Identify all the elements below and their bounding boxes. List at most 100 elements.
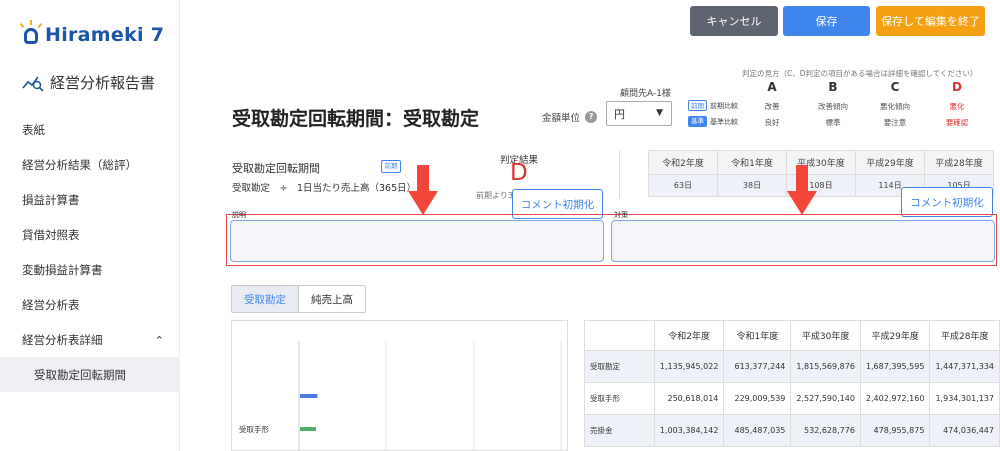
grade-a-prev-desc: 改善 xyxy=(764,102,780,111)
table-cell: 478,955,875 xyxy=(859,414,931,447)
save-and-exit-button[interactable]: 保存して編集を終了 xyxy=(876,6,985,36)
sidebar-item-variable-income[interactable]: 変動損益計算書 xyxy=(0,252,180,287)
year-header: 令和2年度 xyxy=(648,150,718,175)
grade-d: D xyxy=(952,80,962,94)
table-header: 令和1年度 xyxy=(723,320,792,351)
table-cell: 1,934,301,137 xyxy=(929,382,1000,415)
year-header: 平成29年度 xyxy=(855,150,925,175)
prev-compare-tag: 前期 xyxy=(688,100,707,111)
reset-comment-button-measure[interactable]: コメント初期化 xyxy=(901,187,993,217)
report-title: 経営分析報告書 xyxy=(22,72,155,93)
grade-d-prev-desc: 悪化 xyxy=(949,102,965,111)
tab-net-sales[interactable]: 純売上高 xyxy=(299,286,365,312)
base-compare-tag: 基準 xyxy=(688,116,707,127)
sidebar-item-balance-sheet[interactable]: 貸借対照表 xyxy=(0,217,180,252)
app-logo[interactable]: Hirameki 7 xyxy=(19,20,165,48)
chart-svg: 受取手形 xyxy=(239,341,562,451)
year-header: 令和1年度 xyxy=(717,150,787,175)
table-cell: 1,447,371,334 xyxy=(929,350,1000,383)
judge-note: 前期より3 xyxy=(476,191,513,200)
description-textarea[interactable] xyxy=(230,220,604,262)
table-header: 令和2年度 xyxy=(653,320,725,351)
sidebar-item-summary[interactable]: 経営分析結果（総評） xyxy=(0,147,180,182)
metric-tag: 前期 xyxy=(381,160,401,173)
table-cell: 229,009,539 xyxy=(723,382,792,415)
sidebar-item-label: 変動損益計算書 xyxy=(22,262,103,277)
metric-name: 受取勘定回転期間 xyxy=(232,162,320,175)
page-title: 受取勘定回転期間：受取勘定 xyxy=(232,108,480,130)
grade-a: A xyxy=(767,80,777,94)
arrow-down-icon xyxy=(787,165,817,215)
unit-select-value: 円 xyxy=(614,107,625,121)
year-value: 63日 xyxy=(648,174,718,197)
table-cell: 2,402,972,160 xyxy=(859,382,931,415)
prev-compare-label: 前期比較 xyxy=(710,102,738,110)
unit-label-text: 金額単位 xyxy=(542,113,581,124)
legend-heading: 判定の見方（C、D判定の項目がある場合は詳細を確認してください） xyxy=(742,69,978,78)
table-corner xyxy=(584,320,655,351)
table-cell: 474,036,447 xyxy=(929,414,1000,447)
sidebar-nav: 表紙 経営分析結果（総評） 損益計算書 貸借対照表 変動損益計算書 経営分析表 … xyxy=(0,112,180,392)
chart-bar xyxy=(300,394,318,398)
analysis-chart-icon xyxy=(22,76,44,92)
sidebar-item-receivable-turnover[interactable]: 受取勘定回転期間 xyxy=(0,357,180,392)
table-row: 受取手形 250,618,014 229,009,539 2,527,590,1… xyxy=(584,382,1000,415)
table-header: 平成29年度 xyxy=(859,320,931,351)
sidebar-item-label: 受取勘定回転期間 xyxy=(34,367,126,382)
grade-b: B xyxy=(828,80,838,94)
app-logo-text: Hirameki 7 xyxy=(45,24,165,46)
client-name: 顧問先A-1様 xyxy=(620,89,671,99)
grade-a-base-desc: 良好 xyxy=(764,118,780,127)
grade-b-base-desc: 標準 xyxy=(825,118,841,127)
data-table: 令和2年度 令和1年度 平成30年度 平成29年度 平成28年度 受取勘定 1,… xyxy=(584,320,1000,447)
sidebar-item-income-statement[interactable]: 損益計算書 xyxy=(0,182,180,217)
grade-d-base-desc: 要確認 xyxy=(945,118,969,127)
report-title-label: 経営分析報告書 xyxy=(50,74,156,92)
sidebar-item-label: 損益計算書 xyxy=(22,192,80,207)
cancel-button[interactable]: キャンセル xyxy=(690,6,778,36)
table-cell: 613,377,244 xyxy=(723,350,792,383)
row-label: 受取手形 xyxy=(584,382,655,415)
sidebar-item-label: 経営分析表詳細 xyxy=(22,332,103,347)
judge-value: D xyxy=(510,160,528,186)
unit-select[interactable]: 円 ▼ xyxy=(606,101,672,126)
chart-bar xyxy=(300,427,316,431)
unit-label: 金額単位 ? xyxy=(542,110,598,124)
table-cell: 2,527,590,140 xyxy=(790,382,861,415)
table-cell: 1,687,395,595 xyxy=(859,350,931,383)
grade-b-prev-desc: 改善傾向 xyxy=(818,102,848,111)
table-cell: 532,628,776 xyxy=(790,414,861,447)
measure-textarea[interactable] xyxy=(611,220,995,262)
sidebar-item-analysis-detail[interactable]: 経営分析表詳細 ⌃ xyxy=(0,322,180,357)
sidebar-item-label: 貸借対照表 xyxy=(22,227,80,242)
grade-c: C xyxy=(890,80,900,94)
table-header: 平成28年度 xyxy=(929,320,1000,351)
base-compare-label: 基準比較 xyxy=(710,118,738,126)
save-button[interactable]: 保存 xyxy=(783,6,870,36)
chart-tabs: 受取勘定 純売上高 xyxy=(231,285,366,313)
help-icon[interactable]: ? xyxy=(585,111,598,123)
measure-label: 対策 xyxy=(614,211,628,219)
table-cell: 1,003,384,142 xyxy=(653,414,725,447)
sidebar: Hirameki 7 経営分析報告書 表紙 経営分析結果（総評） 損益計算書 貸… xyxy=(0,0,180,451)
chart-category-label: 受取手形 xyxy=(239,424,269,434)
row-label: 売掛金 xyxy=(584,414,655,447)
chevron-up-icon: ⌃ xyxy=(154,334,164,347)
bar-chart: 受取手形 xyxy=(231,320,568,451)
sidebar-item-analysis-table[interactable]: 経営分析表 xyxy=(0,287,180,322)
sidebar-item-label: 表紙 xyxy=(22,122,45,137)
sidebar-item-label: 経営分析結果（総評） xyxy=(22,157,137,172)
lightbulb-icon xyxy=(19,20,43,46)
table-header: 平成30年度 xyxy=(790,320,861,351)
grade-c-prev-desc: 悪化傾向 xyxy=(880,102,910,111)
sidebar-item-cover[interactable]: 表紙 xyxy=(0,112,180,147)
divider xyxy=(619,150,620,198)
year-value: 38日 xyxy=(717,174,787,197)
table-row: 売掛金 1,003,384,142 485,487,035 532,628,77… xyxy=(584,414,1000,447)
chevron-down-icon: ▼ xyxy=(656,108,663,118)
grade-c-base-desc: 要注意 xyxy=(883,118,907,127)
row-label: 受取勘定 xyxy=(584,350,655,383)
table-cell: 485,487,035 xyxy=(723,414,792,447)
tab-receivables[interactable]: 受取勘定 xyxy=(232,286,299,312)
sidebar-item-label: 経営分析表 xyxy=(22,297,80,312)
